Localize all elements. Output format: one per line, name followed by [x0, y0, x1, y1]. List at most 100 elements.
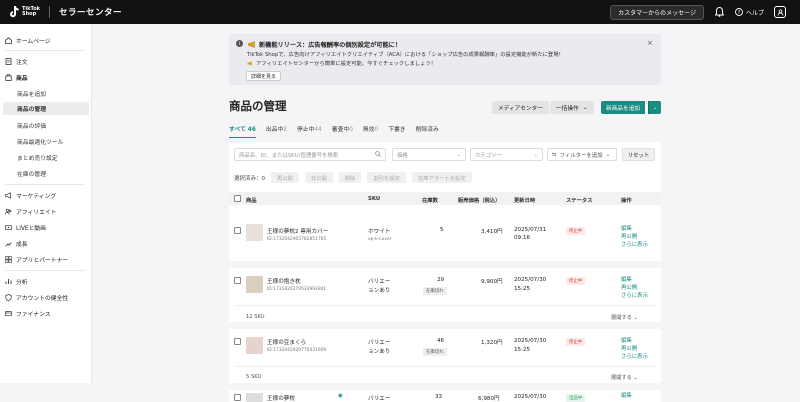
- republish-link[interactable]: 再公開: [621, 234, 648, 242]
- avatar[interactable]: [774, 6, 786, 18]
- tab-all[interactable]: すべて 46: [229, 124, 256, 138]
- row-checkbox[interactable]: [234, 394, 241, 401]
- header-stock: 在庫数: [422, 198, 438, 204]
- tab-invalid[interactable]: 無効0: [363, 124, 378, 138]
- price-filter[interactable]: 価格 ⌄: [392, 148, 466, 161]
- category-filter[interactable]: カテゴリー ⌄: [470, 148, 543, 161]
- close-icon[interactable]: ×: [647, 39, 653, 47]
- sidebar-item-bundle-settings[interactable]: まとめ売り設定: [17, 152, 58, 162]
- stock-value[interactable]: 5: [440, 227, 444, 233]
- sidebar-item-optimization-tool[interactable]: 商品最適化ツール: [17, 136, 63, 146]
- sidebar-item-growth[interactable]: 成長: [5, 238, 28, 248]
- sidebar-item-manage-products[interactable]: 商品の管理: [3, 102, 89, 115]
- republish-link[interactable]: 再公開: [621, 285, 648, 293]
- view-icon[interactable]: ◉: [338, 393, 343, 399]
- sidebar-item-analytics[interactable]: 分析: [5, 276, 28, 286]
- stock-value[interactable]: 46: [437, 338, 444, 344]
- tab-stopped[interactable]: 停止中44: [297, 124, 322, 138]
- republish-link[interactable]: 再公開: [621, 346, 648, 354]
- stock-alert-button[interactable]: 在庫アラートを設定: [411, 172, 472, 183]
- row-actions: 編集 再公開 さらに表示: [621, 277, 648, 300]
- question-icon: ?: [735, 8, 743, 16]
- bulk-action-dropdown[interactable]: 一括操作 ⌄: [550, 101, 594, 114]
- price-value[interactable]: 6,980円: [478, 394, 500, 402]
- reset-button[interactable]: リセット: [622, 148, 655, 161]
- updated-date: 2025/07/30: [514, 394, 547, 400]
- table-row: 王様の抱き枕 ID:1731820279533992841 バリエー ョンあり …: [229, 268, 661, 326]
- status-badge: 出品中: [566, 394, 586, 402]
- sidebar-item-account-health[interactable]: アカウントの健全性: [5, 292, 68, 302]
- add-product-menu-button[interactable]: ⌄: [648, 101, 661, 114]
- add-filter-button[interactable]: ⇆ フィルターを追加 ⌄: [547, 148, 617, 161]
- tiktok-shop-logo[interactable]: TikTok Shop セラーセンター: [8, 6, 122, 18]
- orders-icon: [5, 57, 12, 65]
- help-button[interactable]: ? ヘルプ: [735, 8, 764, 17]
- tab-deleted[interactable]: 削除済み: [416, 124, 439, 138]
- sidebar-item-product-reviews[interactable]: 商品の評価: [17, 120, 46, 130]
- select-all-checkbox[interactable]: [234, 195, 241, 202]
- tab-review[interactable]: 審査中0: [332, 124, 353, 138]
- filter-icon: ⇆: [552, 151, 557, 158]
- price-value[interactable]: 9,900円: [481, 277, 503, 285]
- more-link[interactable]: さらに表示: [621, 242, 648, 250]
- delete-button[interactable]: 削除: [338, 172, 362, 183]
- product-thumbnail[interactable]: [246, 276, 263, 293]
- banner-title: 新機能リリース：広告報酬率の個別設定が可能に！: [248, 40, 401, 49]
- shield-icon: [5, 293, 12, 301]
- sidebar-item-live[interactable]: LIVEと動画: [5, 222, 46, 232]
- product-name[interactable]: 王様の抱き枕: [267, 277, 301, 285]
- stock-value[interactable]: 33: [435, 394, 442, 400]
- price-value[interactable]: 3,410円: [481, 227, 503, 235]
- row-checkbox[interactable]: [234, 338, 241, 345]
- chevron-down-icon: ⌄: [582, 104, 588, 111]
- media-center-button[interactable]: メディアセンター: [492, 101, 549, 114]
- product-name[interactable]: 王様の豆まくら: [267, 338, 306, 346]
- sidebar-item-orders[interactable]: 注文: [5, 56, 28, 66]
- sku-value-line-2: ョンあり: [368, 288, 391, 294]
- price-value[interactable]: 1,320円: [481, 338, 503, 346]
- table-row: 王様の夢枕2 専用カバー ID:1732042903782851765 ホワイト…: [229, 205, 661, 260]
- search-input[interactable]: 商品名、ID、またはSKU/管理番号を検索: [234, 148, 386, 161]
- expand-button[interactable]: 展開する ⌄: [611, 314, 638, 321]
- unpublish-button[interactable]: 非公開: [304, 172, 333, 183]
- sku-value: バリエー: [368, 340, 391, 346]
- product-id: ID:1732042929770431609: [267, 348, 327, 353]
- sidebar-item-marketing[interactable]: マーケティング: [5, 190, 56, 200]
- announcement-banner: i 新機能リリース：広告報酬率の個別設定が可能に！ TikTok Shopで、広…: [229, 34, 661, 85]
- tab-active[interactable]: 出品中2: [266, 124, 287, 138]
- bell-icon[interactable]: [714, 7, 725, 18]
- edit-link[interactable]: 編集: [621, 338, 648, 346]
- sidebar-item-products[interactable]: 商品: [5, 72, 28, 82]
- customer-messages-button[interactable]: カスタマーからのメッセージ: [610, 4, 704, 20]
- learn-more-button[interactable]: 詳細を見る: [246, 71, 282, 81]
- sku-value: ホワイト: [368, 229, 391, 235]
- edit-link[interactable]: 編集: [621, 277, 648, 285]
- edit-link[interactable]: 編集: [621, 226, 648, 234]
- product-name[interactable]: 王様の夢枕2 専用カバー: [267, 227, 328, 235]
- sidebar-item-add-product[interactable]: 商品を追加: [17, 88, 46, 98]
- search-placeholder: 商品名、ID、またはSKU/管理番号を検索: [239, 152, 339, 159]
- edit-link[interactable]: 編集: [621, 393, 632, 401]
- sidebar-item-inventory[interactable]: 在庫の管理: [17, 168, 46, 178]
- expand-button[interactable]: 展開する ⌄: [611, 374, 638, 381]
- product-name[interactable]: 王様の夢枕: [267, 394, 295, 402]
- sidebar-item-home[interactable]: ホームページ: [5, 35, 51, 45]
- header-price: 販売価格（税込）: [458, 198, 501, 204]
- sidebar-item-finance[interactable]: ファイナンス: [5, 308, 51, 318]
- product-thumbnail[interactable]: [246, 224, 263, 241]
- product-thumbnail[interactable]: [246, 337, 263, 354]
- sidebar-item-affiliate[interactable]: アフィリエイト: [5, 206, 56, 216]
- more-link[interactable]: さらに表示: [621, 354, 648, 362]
- more-link[interactable]: さらに表示: [621, 293, 648, 301]
- stock-value[interactable]: 29: [437, 277, 444, 283]
- banner-title-text: 新機能リリース：広告報酬率の個別設定が可能に！: [259, 42, 402, 49]
- sidebar-item-apps[interactable]: アプリとパートナー: [5, 254, 68, 264]
- tab-drafts[interactable]: 下書き: [388, 124, 405, 138]
- row-checkbox[interactable]: [234, 277, 241, 284]
- row-checkbox[interactable]: [234, 227, 241, 234]
- set-discount-button[interactable]: 割引を設定: [367, 172, 406, 183]
- republish-button[interactable]: 再公開: [271, 172, 299, 183]
- updated-time: 15:25: [514, 286, 531, 292]
- add-product-button[interactable]: 新商品を追加: [601, 101, 646, 114]
- product-thumbnail[interactable]: [246, 393, 263, 402]
